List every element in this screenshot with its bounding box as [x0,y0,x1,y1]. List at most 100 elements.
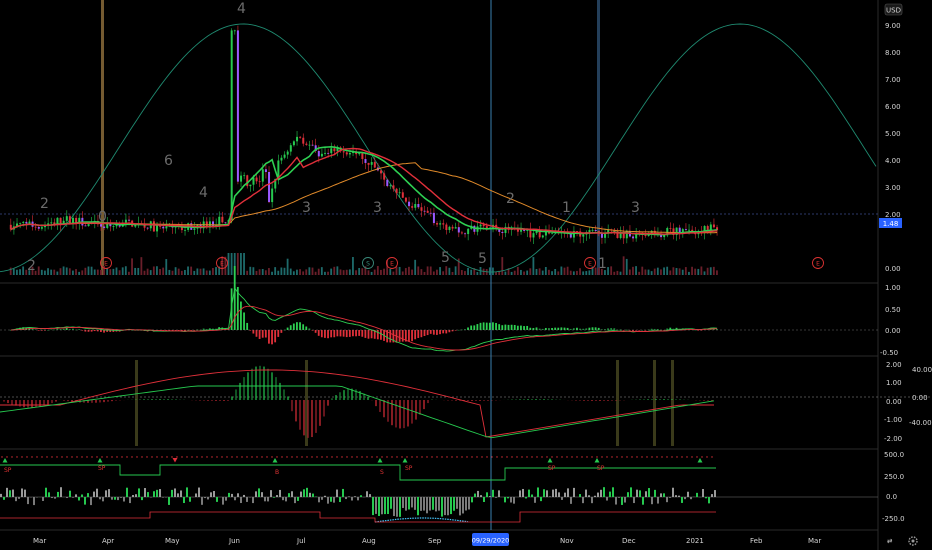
signal-dot [336,456,338,458]
macd-histogram-bar [526,325,529,330]
candle-body [103,226,106,228]
macd-histogram-bar [90,330,93,332]
volume-bar [464,271,466,275]
bottom-histogram-bar [696,492,698,497]
candle-body [261,169,264,182]
volume-bar [146,268,149,275]
wave-label: 3 [631,200,640,216]
volume-bar [429,266,432,275]
candle-body [439,223,442,225]
bottom-histogram-bar [96,488,98,497]
macd-histogram-bar [408,330,410,342]
volume-bar [311,267,314,275]
signal-label: SP [548,465,556,472]
macd-histogram-bar [50,329,53,331]
volume-bar [681,269,684,275]
bottom-histogram-bar [54,497,56,499]
macd-histogram-bar [516,325,519,330]
signal-dot [166,456,168,458]
signal-dot [651,456,653,458]
volume-bar [296,269,298,275]
macd-histogram-bar [376,330,379,340]
macd-histogram-bar [492,322,494,330]
bottom-histogram-bar [408,497,410,510]
bottom-histogram-bar [543,489,545,497]
signal-dot [241,456,243,458]
bottom-histogram-bar [84,497,86,505]
time-label: Jul [296,537,306,545]
bottom-histogram-bar [186,487,188,497]
volume-bar [212,268,214,275]
volume-bar [358,268,361,275]
chart-canvas[interactable]: USD 9.00 8.00 7.00 6.00 5.00 4.00 3.00 2… [0,0,932,550]
candle-body [292,141,295,146]
bottom-histogram-bar [144,488,146,497]
signal-dot [121,456,123,458]
macd-histogram-bar [560,327,563,330]
signal-dot [631,456,633,458]
bottom-histogram-bar [153,491,155,497]
volume-bar [106,268,109,275]
signal-dot [281,456,283,458]
volume-bar [268,268,270,275]
volume-bar [367,270,370,275]
signal-dot [341,456,343,458]
volume-bar [143,270,146,275]
volume-bar [520,269,522,275]
volume-bar [504,271,507,275]
volume-bar [408,266,410,275]
volume-bar [16,269,18,275]
signal-dot [286,456,288,458]
signal-dot [211,456,213,458]
macd-histogram-bar [653,328,656,330]
candle-body [311,144,314,146]
bottom-histogram-bar [264,497,266,502]
signal-dot [371,456,373,458]
scale-mode-icon[interactable]: ⇄ [887,537,893,545]
macd-histogram-bar [582,328,585,330]
macd-histogram-bar [607,328,609,330]
bottom-histogram-bar [564,492,566,497]
bottom-histogram-bar [399,497,401,517]
price-tick: 2.00 [885,211,901,219]
volume-bar [541,270,544,275]
wave-label: 2 [27,258,36,274]
bottom-histogram-bar [147,492,149,497]
volume-bar [87,266,90,275]
macd-histogram-bar [411,330,413,342]
macd-histogram-bar [625,329,628,331]
candle-body [460,232,463,234]
wave-label: 2 [40,196,49,212]
signal-dot [601,456,603,458]
macd-histogram-bar [37,330,40,331]
candle-body [317,151,320,157]
candle-body [594,229,597,231]
price-tick: 0.00 [885,265,901,273]
volume-bar [121,267,124,275]
trading-chart[interactable]: USD 9.00 8.00 7.00 6.00 5.00 4.00 3.00 2… [0,0,932,550]
bottom-histogram-bar [642,497,644,505]
volume-bar [299,269,301,275]
macd-histogram-bar [548,328,550,330]
volume-bar [47,268,49,275]
bottom-histogram-bar [183,497,185,504]
volume-bar [196,268,199,275]
volume-bar [672,267,675,275]
volume-bar [165,259,168,275]
candle-body [249,184,252,187]
bottom-histogram-bar [288,493,290,497]
signal-dot [226,456,228,458]
volume-bar [112,268,115,275]
macd-histogram-bar [470,325,473,330]
volume-bar [37,266,40,275]
signal-dot [106,456,108,458]
candle-body [65,216,68,221]
bottom-histogram-bar [279,489,281,497]
volume-bar [625,258,628,275]
candle-body [709,224,712,230]
bottom-histogram-bar [582,497,584,504]
osc-highlight-band [616,360,619,446]
bottom-histogram-bar [123,497,125,502]
volume-bar [274,267,277,275]
candle-body [404,197,407,202]
